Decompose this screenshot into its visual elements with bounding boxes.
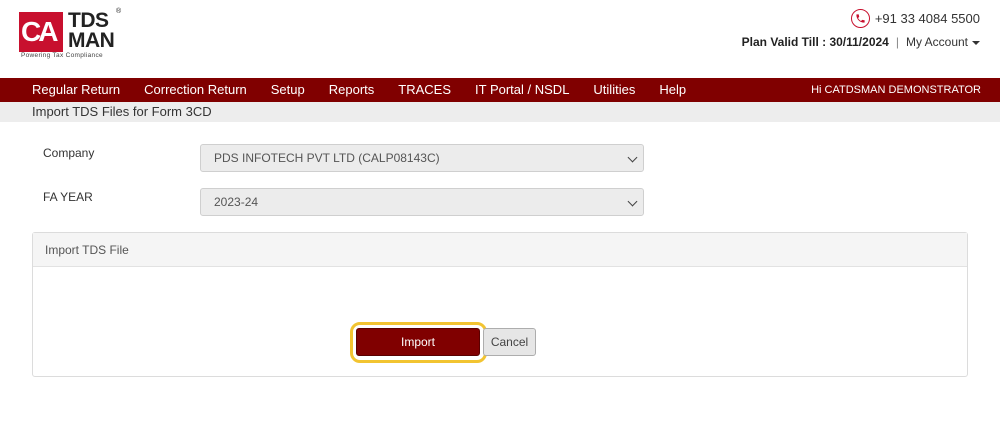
logo-tds-text: TDS xyxy=(68,9,109,32)
chevron-down-icon xyxy=(627,152,638,163)
logo-tagline: Powering Tax Compliance xyxy=(21,52,103,59)
company-label: Company xyxy=(43,146,95,160)
nav-traces[interactable]: TRACES xyxy=(386,78,463,102)
fa-year-select[interactable]: 2023-24 xyxy=(200,188,644,216)
logo-man-text: MAN xyxy=(68,29,115,52)
catdsman-logo[interactable]: CA TDS MAN ® Powering Tax Compliance xyxy=(19,8,122,60)
phone-number: +91 33 4084 5500 xyxy=(874,10,980,26)
header: CA TDS MAN ® Powering Tax Compliance +91… xyxy=(0,0,1000,78)
nav-regular-return[interactable]: Regular Return xyxy=(0,78,132,102)
panel-title: Import TDS File xyxy=(45,243,129,257)
panel-header: Import TDS File xyxy=(33,233,967,267)
caret-down-icon xyxy=(972,40,980,45)
registered-mark: ® xyxy=(116,8,122,15)
import-button[interactable]: Import xyxy=(356,328,480,356)
chevron-down-icon xyxy=(627,196,638,207)
cancel-button[interactable]: Cancel xyxy=(483,328,536,356)
nav-utilities[interactable]: Utilities xyxy=(581,78,647,102)
phone-icon xyxy=(850,8,870,28)
account-bar: Plan Valid Till : 30/11/2024 | My Account xyxy=(742,35,980,49)
page-title-bar: Import TDS Files for Form 3CD xyxy=(0,102,1000,122)
page-title: Import TDS Files for Form 3CD xyxy=(32,104,212,119)
user-greeting[interactable]: Hi CATDSMAN DEMONSTRATOR xyxy=(811,78,981,102)
phone-contact: +91 33 4084 5500 xyxy=(850,8,980,28)
my-account-label: My Account xyxy=(905,35,968,49)
main-navbar: Regular Return Correction Return Setup R… xyxy=(0,78,1000,102)
nav-reports[interactable]: Reports xyxy=(317,78,387,102)
nav-setup[interactable]: Setup xyxy=(259,78,317,102)
logo-ca-text: CA xyxy=(21,16,58,47)
nav-correction-return[interactable]: Correction Return xyxy=(132,78,259,102)
fa-year-select-value: 2023-24 xyxy=(214,195,259,209)
separator: | xyxy=(895,35,899,49)
my-account-menu[interactable]: My Account xyxy=(906,35,980,49)
company-select[interactable]: PDS INFOTECH PVT LTD (CALP08143C) xyxy=(200,144,644,172)
fa-year-label: FA YEAR xyxy=(43,190,93,204)
nav-help[interactable]: Help xyxy=(647,78,698,102)
nav-it-portal-nsdl[interactable]: IT Portal / NSDL xyxy=(463,78,581,102)
plan-valid-text: Plan Valid Till : 30/11/2024 xyxy=(741,35,889,49)
company-select-value: PDS INFOTECH PVT LTD (CALP08143C) xyxy=(214,151,440,165)
